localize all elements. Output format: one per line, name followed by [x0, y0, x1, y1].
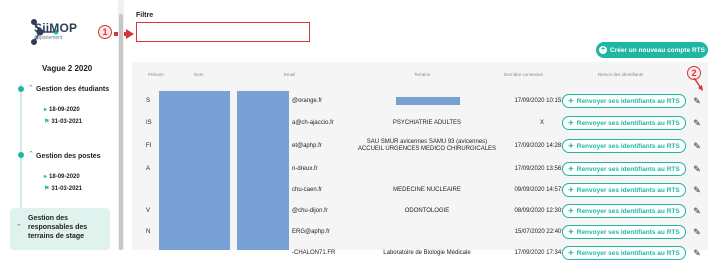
flag-icon: ⚑	[44, 119, 50, 125]
date-start: ▸ 18-09-2020	[44, 174, 80, 180]
edit-icon[interactable]: ✎	[692, 206, 702, 216]
edit-icon[interactable]: ✎	[692, 118, 702, 128]
send-icon: ✈	[568, 208, 574, 215]
section-gestion-etudiants[interactable]: Gestion des étudiants	[36, 86, 109, 93]
edit-icon[interactable]: ✎	[692, 96, 702, 106]
filter-label: Filtre	[136, 12, 154, 19]
chevron-up-icon[interactable]: ⌃	[28, 150, 34, 158]
redaction-block	[237, 91, 289, 250]
cell-prenom: A	[146, 166, 151, 172]
cell-email: ERG@aphp.fr	[292, 229, 330, 235]
resend-credentials-button[interactable]: ✈ Renvoyer ses identifiants au RTS	[562, 225, 686, 239]
annotation-badge-1: 1	[98, 25, 112, 39]
resend-credentials-button[interactable]: ✈ Renvoyer ses identifiants au RTS	[562, 183, 686, 197]
header-prenom: Prénom	[148, 72, 164, 77]
resend-credentials-button[interactable]: ✈ Renvoyer ses identifiants au RTS	[562, 116, 686, 130]
header-derniere-connexion: Dernière connexion	[504, 72, 544, 77]
timeline-dot	[18, 86, 24, 92]
send-icon: ✈	[568, 229, 574, 236]
sidebar: SiiMOP Appariement 1 Vague 2 2020 ⌃ Gest…	[0, 0, 118, 250]
header-nom: Nom	[194, 72, 204, 77]
main-content: Filtre + Créer un nouveau compte RTS Pré…	[124, 0, 713, 260]
resend-credentials-button[interactable]: ✈ Renvoyer ses identifiants au RTS	[562, 246, 686, 260]
chevron-up-icon[interactable]: ⌃	[28, 84, 34, 92]
cell-email: chu-caen.fr	[292, 187, 323, 193]
cell-email: a@ch-ajaccio.fr	[292, 120, 334, 126]
cell-terrain: SAU SMUR avicennes SAMU 93 (avicennes) A…	[357, 139, 497, 152]
caret-right-icon: ▸	[44, 174, 48, 180]
caret-right-icon: ▸	[44, 107, 48, 113]
send-icon: ✈	[568, 98, 574, 105]
cell-prenom: FI	[146, 143, 152, 149]
date-end: ⚑ 31-03-2021	[44, 186, 83, 192]
plus-circle-icon: +	[599, 46, 607, 54]
redaction-bar	[396, 97, 460, 105]
logo-subtitle: Appariement	[34, 35, 63, 41]
resend-credentials-button[interactable]: ✈ Renvoyer ses identifiants au RTS	[562, 94, 686, 108]
create-rts-account-button[interactable]: + Créer un nouveau compte RTS	[596, 42, 708, 58]
resend-credentials-button[interactable]: ✈ Renvoyer ses identifiants au RTS	[562, 162, 686, 176]
cell-prenom: N	[146, 229, 151, 235]
header-terrains: Terrains	[414, 72, 431, 77]
chevron-up-icon[interactable]: ⌃	[16, 223, 22, 231]
logo-name: SiiMOP	[34, 21, 78, 35]
timeline-dot	[18, 152, 24, 158]
send-icon: ✈	[568, 250, 574, 257]
edit-icon[interactable]: ✎	[692, 164, 702, 174]
scrollbar-thumb[interactable]	[119, 14, 123, 250]
redaction-block	[159, 91, 230, 250]
flag-icon: ⚑	[44, 186, 50, 192]
cell-prenom: S	[146, 98, 151, 104]
cell-terrain: ODONTOLOGIE	[404, 207, 450, 214]
cell-email: n-dreux.fr	[292, 166, 318, 172]
cell-terrain: MEDECINE NUCLEAIRE	[393, 186, 461, 193]
cell-terrain: Laboratoire de Biologie Médicale	[383, 249, 471, 256]
cell-email: @orange.fr	[292, 98, 323, 104]
cell-email: @chu-dijon.fr	[292, 208, 328, 214]
send-icon: ✈	[568, 120, 574, 127]
header-email: Email	[284, 72, 296, 77]
filter-input[interactable]	[136, 22, 310, 42]
send-icon: ✈	[568, 166, 574, 173]
date-start: ▸ 18-09-2020	[44, 107, 80, 113]
annotation-arrow-down-icon	[693, 78, 703, 91]
date-end: ⚑ 31-03-2021	[44, 119, 83, 125]
resend-credentials-button[interactable]: ✈ Renvoyer ses identifiants au RTS	[562, 139, 686, 153]
cell-email: et@aphp.fr	[292, 143, 322, 149]
cell-terrain	[354, 222, 500, 242]
section-gestion-postes[interactable]: Gestion des postes	[36, 153, 101, 160]
vague-title: Vague 2 2020	[42, 64, 93, 73]
edit-icon[interactable]: ✎	[692, 185, 702, 195]
header-renvoi: Renvoi des identifiants	[598, 72, 644, 77]
edit-icon[interactable]: ✎	[692, 227, 702, 237]
edit-icon[interactable]: ✎	[692, 141, 702, 151]
cell-prenom: IS	[146, 120, 152, 126]
cell-terrain	[354, 159, 500, 179]
send-icon: ✈	[568, 187, 574, 194]
resend-credentials-button[interactable]: ✈ Renvoyer ses identifiants au RTS	[562, 204, 686, 218]
send-icon: ✈	[568, 143, 574, 150]
cell-prenom: V	[146, 208, 151, 214]
section-responsables-title: Gestion des responsables des terrains de…	[28, 215, 88, 240]
cell-email: -CHALON71.FR	[292, 250, 336, 256]
cell-terrain: PSYCHIATRIE ADULTES	[392, 119, 462, 126]
